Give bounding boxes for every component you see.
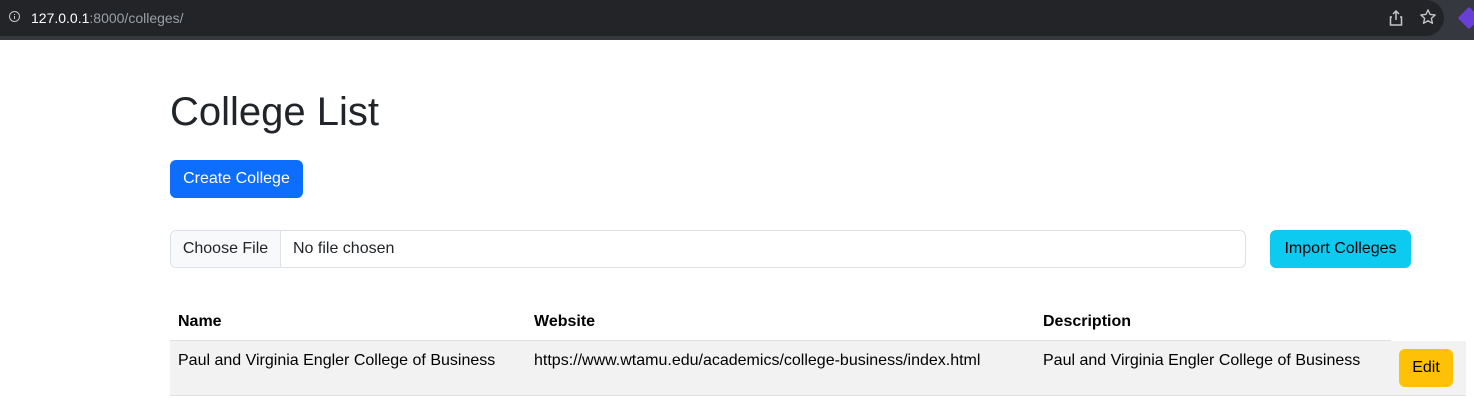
page-title: College List — [170, 90, 380, 134]
url-text[interactable]: 127.0.0.1:8000/colleges/ — [31, 9, 184, 27]
extension-icon[interactable] — [1457, 6, 1474, 30]
table-row: Paul and Virginia Engler College of Busi… — [170, 341, 1466, 396]
address-bar[interactable]: 127.0.0.1:8000/colleges/ — [0, 0, 1444, 36]
bookmark-star-icon[interactable] — [1419, 8, 1437, 26]
column-header-description: Description — [1043, 313, 1132, 330]
column-header-name: Name — [178, 313, 222, 330]
edit-button[interactable]: Edit — [1399, 349, 1453, 387]
choose-file-button[interactable]: Choose File — [171, 231, 281, 267]
table-header: Name Website Description — [170, 301, 1391, 341]
column-header-website: Website — [534, 313, 596, 330]
import-colleges-button[interactable]: Import Colleges — [1270, 230, 1411, 268]
browser-toolbar: 127.0.0.1:8000/colleges/ — [0, 0, 1474, 40]
cell-description: Paul and Virginia Engler College of Busi… — [1043, 352, 1361, 369]
file-input[interactable]: Choose File No file chosen — [170, 230, 1246, 268]
create-college-button[interactable]: Create College — [170, 160, 303, 198]
url-path: :8000/colleges/ — [89, 10, 184, 26]
file-status-text: No file chosen — [293, 240, 395, 257]
cell-name: Paul and Virginia Engler College of Busi… — [178, 352, 496, 369]
site-info-icon[interactable] — [9, 11, 20, 22]
cell-website: https://www.wtamu.edu/academics/college-… — [534, 352, 981, 369]
share-icon[interactable] — [1389, 10, 1403, 26]
url-host: 127.0.0.1 — [31, 10, 90, 26]
